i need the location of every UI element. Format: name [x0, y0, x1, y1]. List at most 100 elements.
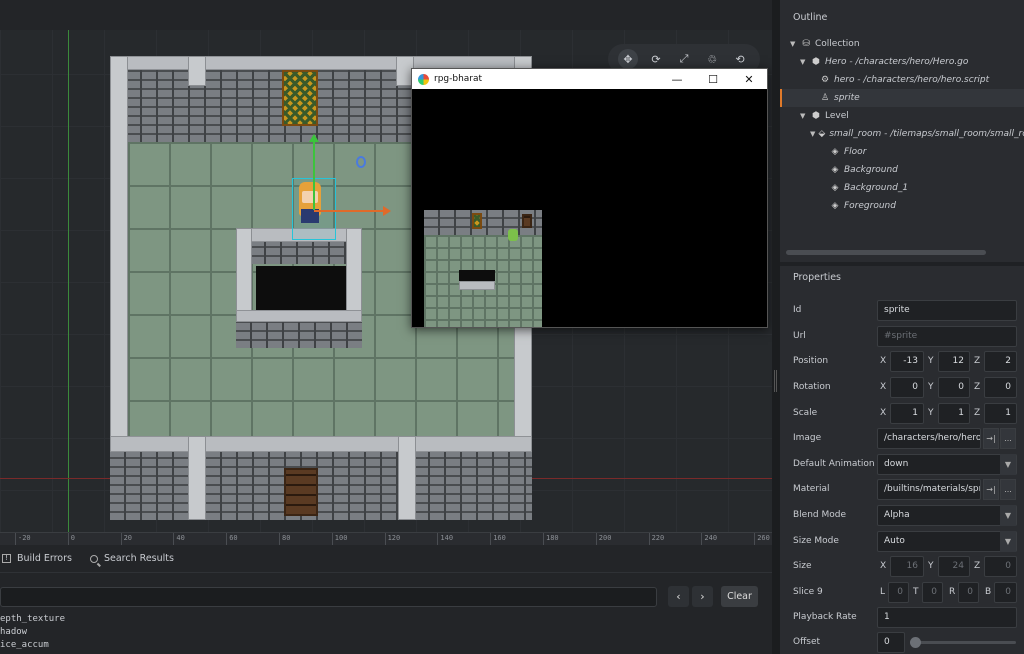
slice9-b-field: 0	[994, 581, 1017, 603]
chevron-down-icon[interactable]: ▼	[800, 58, 808, 66]
tab-search-results-label: Search Results	[103, 553, 174, 564]
material-field[interactable]: /builtins/materials/spri	[877, 478, 981, 500]
bottom-pillar	[188, 436, 206, 520]
offset-label: Offset	[793, 637, 821, 647]
axis-x-label: X	[880, 356, 887, 366]
properties-title: Properties	[793, 272, 842, 283]
console-line: ice_accum	[0, 640, 49, 650]
game-window-titlebar[interactable]: rpg-bharat — ☐ ✕	[412, 69, 767, 89]
scale-z-field[interactable]: 1	[984, 402, 1017, 424]
outline-item-small-room[interactable]: ▼ ⬙ small_room - /tilemaps/small_room/sm…	[780, 125, 1024, 143]
property-row-size: Size X 16 Y 24 Z 0	[780, 555, 1024, 577]
outline-item-collection[interactable]: ▼ ⛁ Collection	[780, 35, 1024, 53]
ruler-tick-label: 80	[278, 533, 291, 545]
inner-wall	[250, 242, 350, 264]
door-decoration	[284, 468, 318, 516]
outline-item-level[interactable]: ▼ ⬢ Level	[780, 107, 1024, 125]
outline-item-foreground[interactable]: ◈ Foreground	[780, 197, 1024, 215]
goto-resource-button[interactable]: →|	[983, 478, 999, 500]
outline-item-label: sprite	[834, 93, 860, 103]
outline-item-hero-go[interactable]: ▼ ⬢ Hero - /characters/hero/Hero.go	[780, 53, 1024, 71]
chevron-down-icon[interactable]: ▼	[1000, 453, 1016, 475]
ruler-tick-label: 160	[490, 533, 506, 545]
viewport-top-strip	[0, 0, 772, 30]
ruler-tick-label: 220	[648, 533, 665, 545]
chevron-down-icon[interactable]: ▼	[1000, 530, 1016, 552]
position-x-field[interactable]: -13	[890, 350, 924, 372]
splitter-grip[interactable]	[774, 370, 777, 392]
tapestry-decoration	[282, 70, 318, 126]
tab-search-results[interactable]: Search Results	[89, 553, 174, 564]
rotate-tool-icon[interactable]: ⟳	[646, 49, 666, 69]
playback-rate-label: Playback Rate	[793, 612, 857, 622]
property-row-default-animation: Default Animation down ▼	[780, 453, 1024, 475]
prev-result-button[interactable]: ‹	[668, 586, 689, 607]
outline-item-background-1[interactable]: ◈ Background_1	[780, 179, 1024, 197]
scene-viewport[interactable]: ✥ ⟳ ⤢ ♲ ⟲ -20 0 20 40 60 80 100 120 140 160 180 200…	[0, 0, 772, 545]
game-level-ledge	[459, 281, 495, 290]
erase-tool-icon[interactable]: ♲	[702, 49, 722, 69]
offset-slider-handle[interactable]	[910, 637, 921, 648]
panel-splitter[interactable]	[772, 0, 780, 654]
outline-item-sprite[interactable]: ♙ sprite	[780, 89, 1024, 107]
offset-field[interactable]: 0	[877, 631, 905, 653]
default-animation-select[interactable]: down	[877, 453, 1017, 475]
move-gizmo-x-arrow[interactable]	[314, 206, 391, 216]
outline-item-label: Collection	[815, 39, 860, 49]
y-axis-line	[68, 30, 69, 535]
move-gizmo-plane-handle[interactable]	[356, 156, 366, 168]
chevron-down-icon[interactable]: ▼	[1000, 504, 1016, 526]
tab-build-errors-label: Build Errors	[17, 553, 72, 564]
scale-label: Scale	[793, 408, 818, 418]
chevron-down-icon[interactable]: ▼	[790, 40, 798, 48]
move-gizmo-y-arrow[interactable]	[309, 134, 319, 210]
rotation-z-field[interactable]: 0	[984, 376, 1017, 398]
size-z-field: 0	[984, 555, 1017, 577]
layer-icon: ◈	[831, 147, 839, 157]
blend-mode-select[interactable]: Alpha	[877, 504, 1017, 526]
position-y-field[interactable]: 12	[938, 350, 970, 372]
minimize-button[interactable]: —	[659, 69, 695, 89]
axis-x-label: X	[880, 382, 887, 392]
ruler-tick-label: 60	[226, 533, 238, 545]
camera-tool-icon[interactable]: ⟲	[730, 49, 750, 69]
offset-slider-track[interactable]	[910, 641, 1016, 644]
ruler-tick-label: 120	[384, 533, 401, 545]
browse-material-button[interactable]: ...	[1000, 478, 1016, 500]
outline-item-floor[interactable]: ◈ Floor	[780, 143, 1024, 161]
axis-l-label: L	[880, 587, 886, 597]
ruler-tick-label: -20	[15, 533, 31, 545]
id-field[interactable]: sprite	[877, 299, 1017, 321]
scale-tool-icon[interactable]: ⤢	[674, 49, 694, 69]
move-tool-icon[interactable]: ✥	[618, 49, 638, 69]
browse-image-button[interactable]: ...	[1000, 427, 1016, 449]
size-mode-select[interactable]: Auto	[877, 530, 1017, 552]
property-row-url: Url #sprite	[780, 325, 1024, 347]
maximize-button[interactable]: ☐	[695, 69, 731, 89]
clear-button[interactable]: Clear	[721, 586, 758, 607]
rotation-x-field[interactable]: 0	[890, 376, 924, 398]
size-label: Size	[793, 561, 812, 571]
next-result-button[interactable]: ›	[692, 586, 713, 607]
tab-build-errors[interactable]: ! Build Errors	[2, 553, 72, 564]
chevron-down-icon[interactable]: ▼	[810, 130, 815, 138]
scale-y-field[interactable]: 1	[938, 402, 970, 424]
chevron-down-icon[interactable]: ▼	[800, 112, 808, 120]
game-preview-window[interactable]: rpg-bharat — ☐ ✕	[411, 68, 768, 328]
position-z-field[interactable]: 2	[984, 350, 1017, 372]
console-filter-input[interactable]	[0, 587, 657, 607]
game-window-title: rpg-bharat	[434, 74, 483, 84]
bottom-pillar	[398, 436, 416, 520]
outline-item-background[interactable]: ◈ Background	[780, 161, 1024, 179]
close-button[interactable]: ✕	[731, 69, 767, 89]
scale-x-field[interactable]: 1	[890, 402, 924, 424]
image-field[interactable]: /characters/hero/hero.	[877, 427, 981, 449]
rotation-y-field[interactable]: 0	[938, 376, 970, 398]
bottom-panel: ! Build Errors Search Results ‹ › Clear …	[0, 545, 772, 654]
playback-rate-field[interactable]: 1	[877, 606, 1017, 628]
outline-item-hero-script[interactable]: ⚙ hero - /characters/hero/hero.script	[780, 71, 1024, 89]
goto-resource-button[interactable]: →|	[983, 427, 999, 449]
ruler-tick-label: 0	[67, 533, 76, 545]
outline-panel: Outline ▼ ⛁ Collection ▼ ⬢ Hero - /chara…	[780, 0, 1024, 262]
outline-horizontal-scrollbar[interactable]	[786, 250, 986, 255]
